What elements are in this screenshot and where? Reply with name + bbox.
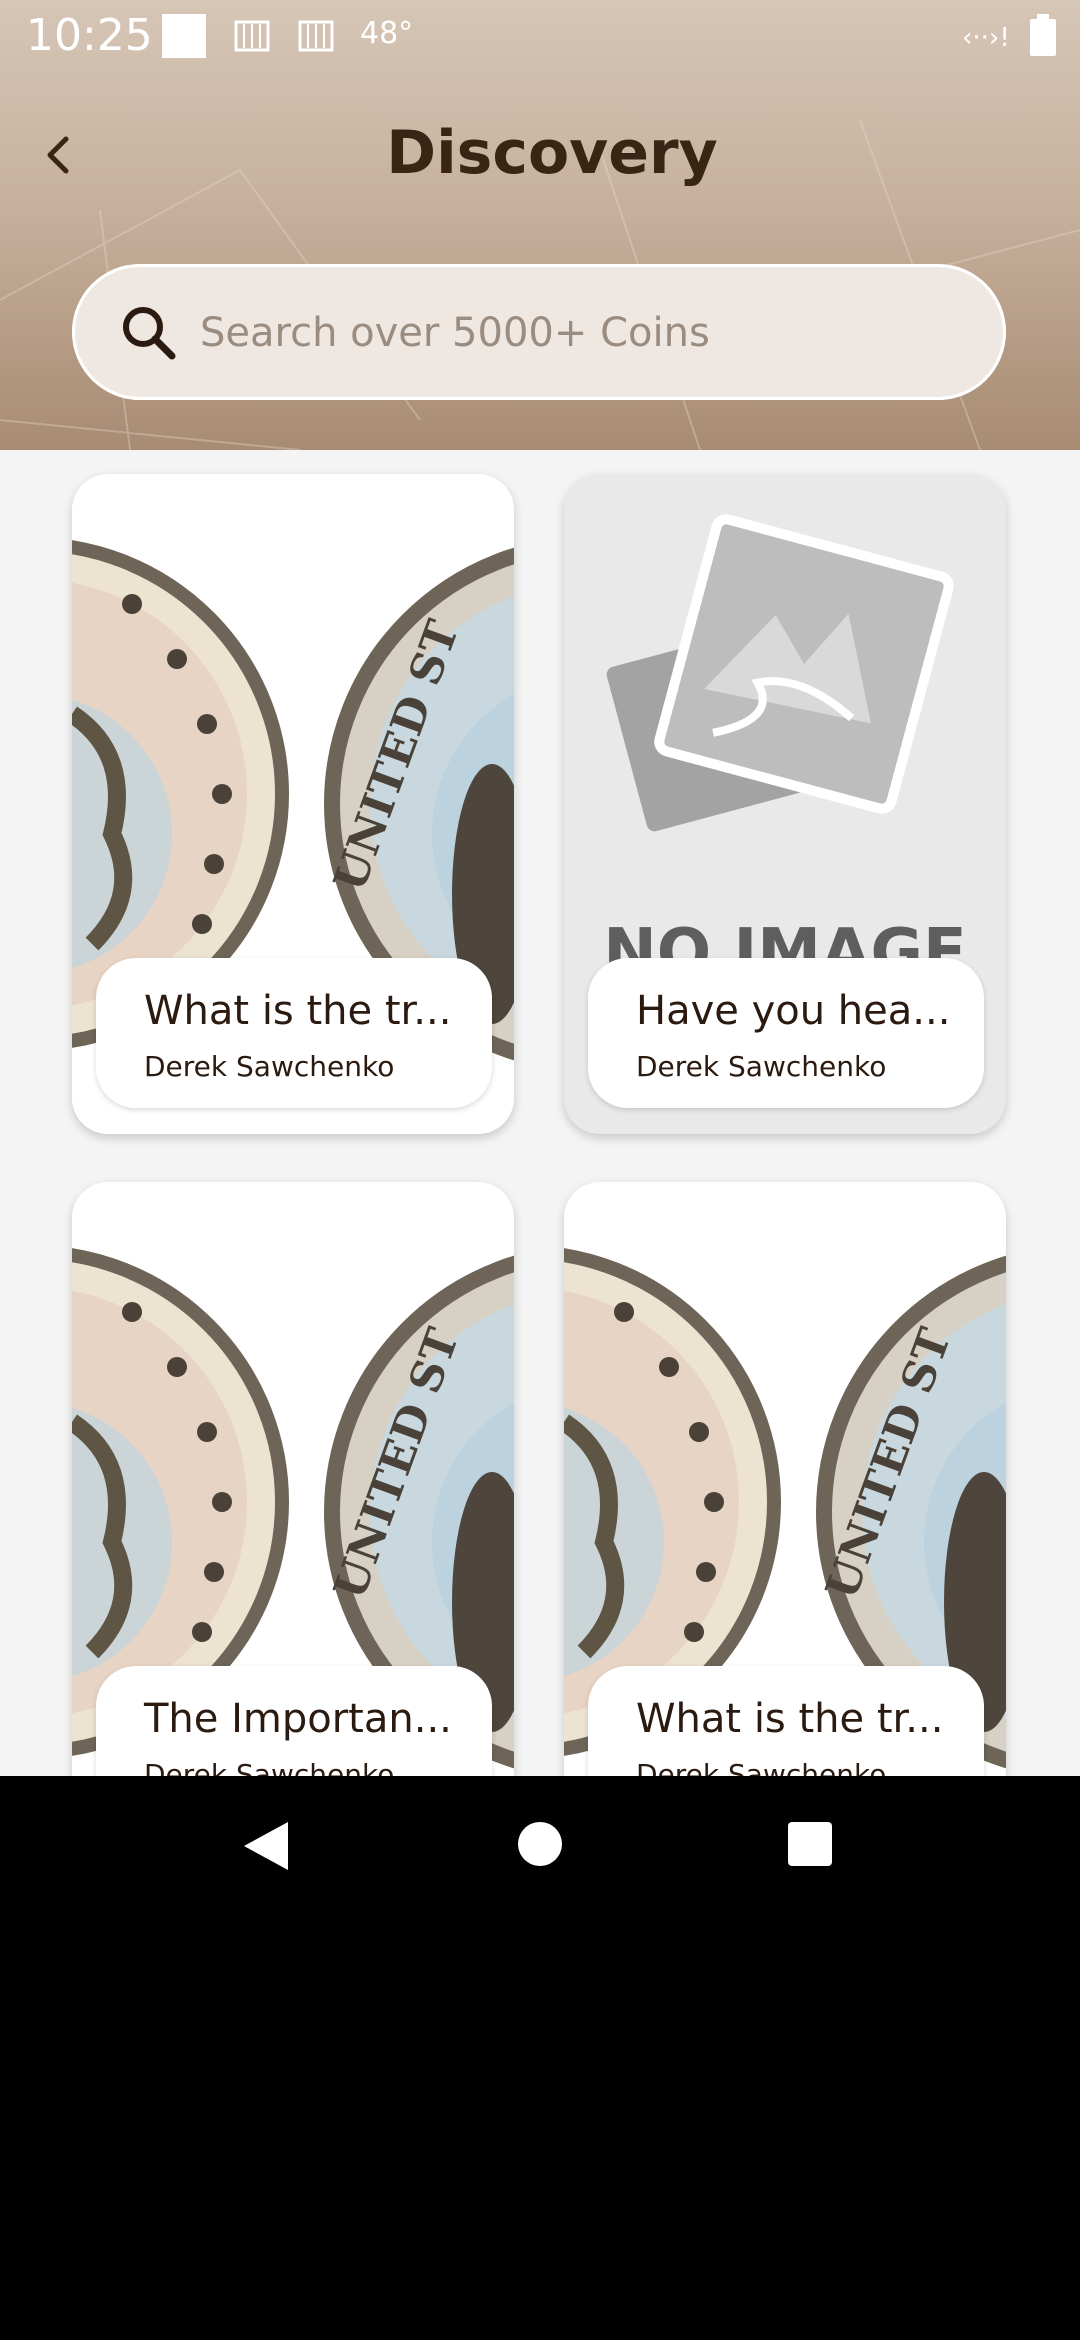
svg-text:‹··›!: ‹··›! bbox=[962, 23, 1010, 53]
recents-icon[interactable] bbox=[786, 1820, 834, 1868]
image-notification-icon bbox=[234, 20, 270, 52]
card-title: What is the tr... bbox=[144, 988, 452, 1034]
card-caption: The Importan... Derek Sawchenko bbox=[96, 1666, 492, 1776]
notification-square-icon bbox=[162, 14, 206, 58]
card-title: Have you hea... bbox=[636, 988, 951, 1034]
card-author: Derek Sawchenko bbox=[636, 1758, 887, 1776]
article-card[interactable]: UNITED ST What is the tr... Derek Sawche… bbox=[72, 474, 514, 1134]
search-icon bbox=[123, 307, 176, 360]
discovery-screen: 10:25 48° ‹··›! Discovery Search over 50… bbox=[0, 0, 1080, 1776]
search-input[interactable] bbox=[198, 264, 962, 402]
article-card[interactable]: UNITED ST The Importan... Derek Sawchenk… bbox=[72, 1182, 514, 1776]
status-temperature: 48° bbox=[360, 16, 414, 51]
search-bar[interactable] bbox=[72, 264, 1006, 402]
wifi-icon: ‹··›! bbox=[962, 23, 1010, 53]
status-time: 10:25 bbox=[26, 10, 153, 61]
header: 10:25 48° ‹··›! Discovery Search over 50… bbox=[0, 0, 1080, 450]
home-icon[interactable] bbox=[516, 1820, 564, 1868]
page-title: Discovery bbox=[386, 118, 718, 188]
card-author: Derek Sawchenko bbox=[144, 1050, 395, 1083]
card-author: Derek Sawchenko bbox=[144, 1758, 395, 1776]
system-navigation-bar bbox=[0, 1776, 1080, 1916]
card-caption: Have you hea... Derek Sawchenko bbox=[588, 958, 984, 1108]
card-caption: What is the tr... Derek Sawchenko bbox=[96, 958, 492, 1108]
card-title: What is the tr... bbox=[636, 1696, 944, 1742]
card-title: The Importan... bbox=[144, 1696, 452, 1742]
card-author: Derek Sawchenko bbox=[636, 1050, 887, 1083]
card-caption: What is the tr... Derek Sawchenko bbox=[588, 1666, 984, 1776]
image-notification-icon bbox=[298, 20, 334, 52]
back-icon[interactable] bbox=[240, 1820, 292, 1872]
article-card[interactable]: NO IMAGE Have you hea... Derek Sawchenko bbox=[564, 474, 1006, 1134]
battery-icon bbox=[1030, 14, 1056, 56]
status-bar: 10:25 48° ‹··›! bbox=[0, 0, 1080, 72]
article-card[interactable]: UNITED ST What is the tr... Derek Sawche… bbox=[564, 1182, 1006, 1776]
